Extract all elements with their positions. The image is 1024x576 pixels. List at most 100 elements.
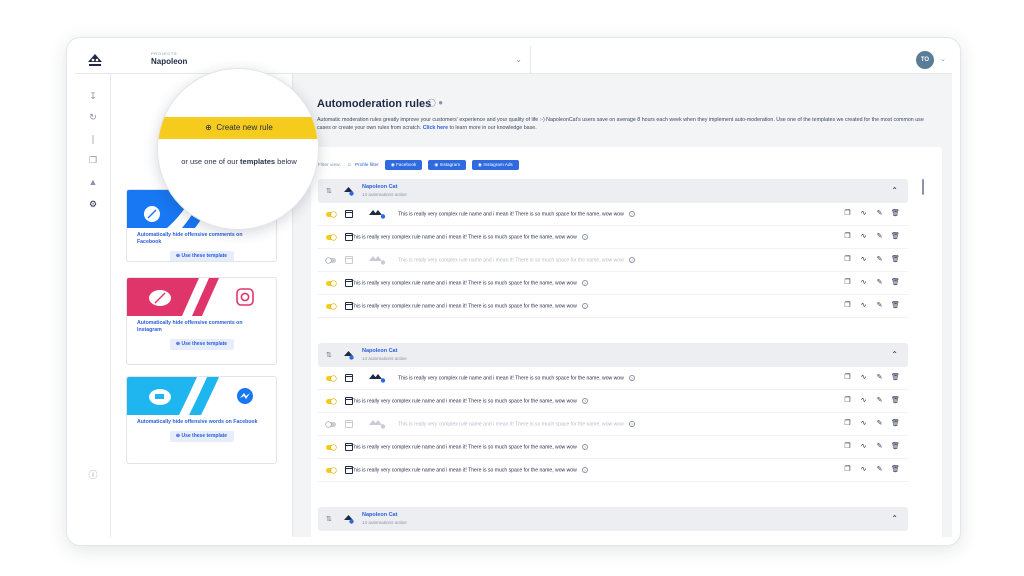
chevron-down-icon[interactable]: ⌄ — [940, 55, 946, 63]
rule-name[interactable]: This is really very complex rule name an… — [351, 303, 588, 309]
help-icon[interactable]: ? — [581, 280, 588, 286]
activity-icon[interactable]: ∿ — [859, 209, 868, 218]
info-icon[interactable]: ⓘ — [87, 469, 99, 481]
edit-icon[interactable]: ✎ — [875, 442, 884, 451]
filter-chip-facebook[interactable]: ◉ Facebook — [384, 160, 423, 170]
duplicate-icon[interactable]: ❐ — [843, 373, 852, 382]
delete-icon[interactable]: 🗑 — [891, 255, 900, 264]
delete-icon[interactable]: 🗑 — [891, 442, 900, 451]
delete-icon[interactable]: 🗑 — [891, 232, 900, 241]
rule-name[interactable]: This is really very complex rule name an… — [398, 257, 635, 263]
activity-icon[interactable]: ∿ — [859, 278, 868, 287]
rule-toggle[interactable] — [326, 376, 336, 381]
group-header[interactable]: ⇅ Napoleon Cat 14 automations active ⌃ — [318, 343, 908, 367]
help-icon[interactable]: ? — [581, 303, 588, 309]
rule-toggle[interactable] — [326, 304, 336, 309]
group-name[interactable]: Napoleon Cat — [362, 512, 397, 518]
activity-icon[interactable]: ∿ — [859, 442, 868, 451]
help-icon[interactable]: ? — [581, 234, 588, 240]
megaphone-icon[interactable]: ▲ — [87, 176, 99, 188]
help-icon[interactable]: ? — [581, 398, 588, 404]
edit-icon[interactable]: ✎ — [875, 465, 884, 474]
knowledge-base-link[interactable]: Click here — [423, 125, 448, 131]
delete-icon[interactable]: 🗑 — [891, 465, 900, 474]
filter-chip-instagram[interactable]: ◉ Instagram — [428, 160, 467, 170]
rule-name[interactable]: This is really very complex rule name an… — [398, 375, 635, 381]
delete-icon[interactable]: 🗑 — [891, 209, 900, 218]
rule-toggle[interactable] — [326, 258, 336, 263]
calendar-icon[interactable] — [345, 256, 353, 264]
delete-icon[interactable]: 🗑 — [891, 373, 900, 382]
settings-icon[interactable]: ⚙ — [87, 198, 99, 210]
help-icon[interactable]: ? — [581, 444, 588, 450]
activity-icon[interactable]: ∿ — [859, 373, 868, 382]
chevron-up-icon[interactable]: ⌃ — [891, 186, 898, 195]
calendar-icon[interactable] — [345, 420, 353, 428]
edit-icon[interactable]: ✎ — [875, 209, 884, 218]
activity-icon[interactable]: ∿ — [859, 396, 868, 405]
duplicate-icon[interactable]: ❐ — [843, 301, 852, 310]
rule-toggle[interactable] — [326, 422, 336, 427]
rule-name[interactable]: This is really very complex rule name an… — [398, 211, 635, 217]
sort-icon[interactable]: ⇅ — [326, 187, 332, 195]
duplicate-icon[interactable]: ❐ — [843, 278, 852, 287]
rule-name[interactable]: This is really very complex rule name an… — [351, 398, 588, 404]
duplicate-icon[interactable]: ❐ — [843, 396, 852, 405]
group-header[interactable]: ⇅ Napoleon Cat 14 automations active ⌃ — [318, 179, 908, 203]
edit-icon[interactable]: ✎ — [875, 301, 884, 310]
rule-toggle[interactable] — [326, 399, 336, 404]
rule-name[interactable]: This is really very complex rule name an… — [351, 444, 588, 450]
duplicate-icon[interactable]: ❐ — [843, 209, 852, 218]
help-icon[interactable]: ? — [628, 257, 635, 263]
help-icon[interactable]: ? — [628, 211, 635, 217]
analytics-icon[interactable]: ∣ — [87, 133, 99, 145]
project-select[interactable]: PROJECTS Napoleon ⌄ — [111, 46, 531, 74]
group-name[interactable]: Napoleon Cat — [362, 184, 397, 190]
edit-icon[interactable]: ✎ — [875, 278, 884, 287]
activity-icon[interactable]: ∿ — [859, 419, 868, 428]
delete-icon[interactable]: 🗑 — [891, 301, 900, 310]
duplicate-icon[interactable]: ❐ — [843, 232, 852, 241]
use-template-button[interactable]: ⊕ Use these template — [169, 251, 234, 261]
duplicate-icon[interactable]: ❐ — [843, 255, 852, 264]
rule-toggle[interactable] — [326, 468, 336, 473]
profile-filter-button[interactable]: ☺ Profile filter — [347, 163, 379, 168]
rule-name[interactable]: This is really very complex rule name an… — [351, 280, 588, 286]
copy-icon[interactable]: ❐ — [87, 154, 99, 166]
duplicate-icon[interactable]: ❐ — [843, 442, 852, 451]
edit-icon[interactable]: ✎ — [875, 232, 884, 241]
chevron-up-icon[interactable]: ⌃ — [891, 350, 898, 359]
delete-icon[interactable]: 🗑 — [891, 278, 900, 287]
edit-icon[interactable]: ✎ — [875, 255, 884, 264]
rule-name[interactable]: This is really very complex rule name an… — [351, 234, 588, 240]
scrollbar[interactable] — [922, 179, 924, 195]
help-icon[interactable]: ? — [628, 421, 635, 427]
chevron-up-icon[interactable]: ⌃ — [891, 514, 898, 523]
use-template-button[interactable]: ⊕ Use these template — [169, 339, 234, 351]
delete-icon[interactable]: 🗑 — [891, 396, 900, 405]
rule-toggle[interactable] — [326, 212, 336, 217]
activity-icon[interactable]: ∿ — [859, 232, 868, 241]
rule-toggle[interactable] — [326, 281, 336, 286]
create-new-rule-button[interactable]: ⊕ Create new rule — [158, 117, 318, 139]
duplicate-icon[interactable]: ❐ — [843, 465, 852, 474]
rule-name[interactable]: This is really very complex rule name an… — [398, 421, 635, 427]
edit-icon[interactable]: ✎ — [875, 419, 884, 428]
rule-toggle[interactable] — [326, 235, 336, 240]
help-icon[interactable]: ? — [581, 467, 588, 473]
activity-icon[interactable]: ∿ — [859, 465, 868, 474]
refresh-icon[interactable]: ↻ — [87, 111, 99, 123]
calendar-icon[interactable] — [345, 374, 353, 382]
download-icon[interactable]: ↧ — [87, 90, 99, 102]
use-template-button[interactable]: ⊕ Use these template — [169, 431, 234, 443]
sort-icon[interactable]: ⇅ — [326, 351, 332, 359]
rule-name[interactable]: This is really very complex rule name an… — [351, 467, 588, 473]
activity-icon[interactable]: ∿ — [859, 301, 868, 310]
activity-icon[interactable]: ∿ — [859, 255, 868, 264]
rule-toggle[interactable] — [326, 445, 336, 450]
group-header[interactable]: ⇅ Napoleon Cat 14 automations active ⌃ — [318, 507, 908, 531]
help-icon[interactable]: ? — [628, 375, 635, 381]
edit-icon[interactable]: ✎ — [875, 373, 884, 382]
filter-chip-instagram-ads[interactable]: ◉ Instagram Ads — [472, 160, 519, 170]
calendar-icon[interactable] — [345, 210, 353, 218]
